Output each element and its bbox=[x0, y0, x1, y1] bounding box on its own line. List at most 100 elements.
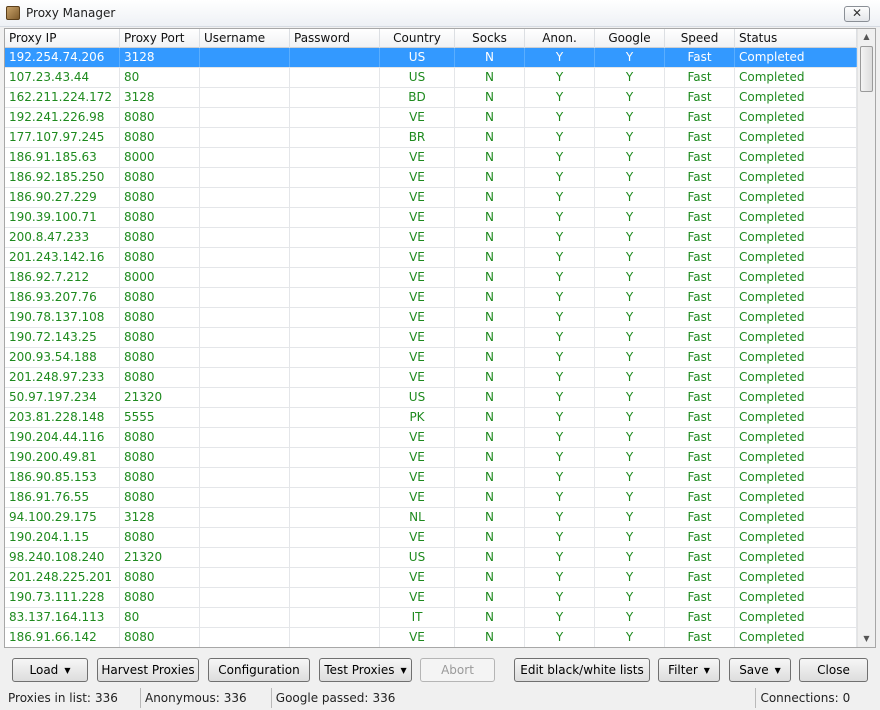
column-header[interactable]: Proxy Port bbox=[120, 29, 200, 48]
table-row[interactable]: 94.100.29.175 3128 NL N Y Y Fast Completed bbox=[5, 508, 857, 528]
table-row[interactable]: 186.91.185.63 8000 VE N Y Y Fast Completed bbox=[5, 148, 857, 168]
table-cell bbox=[290, 548, 380, 567]
table-row[interactable]: 186.92.7.212 8000 VE N Y Y Fast Completed bbox=[5, 268, 857, 288]
table-row[interactable]: 200.93.54.188 8080 VE N Y Y Fast Completed bbox=[5, 348, 857, 368]
table-cell: 107.23.43.44 bbox=[5, 68, 120, 87]
table-row[interactable]: 186.91.76.55 8080 VE N Y Y Fast Completed bbox=[5, 488, 857, 508]
table-row[interactable]: 192.254.74.206 3128 US N Y Y Fast Completed bbox=[5, 48, 857, 68]
table-cell: Completed bbox=[735, 48, 857, 67]
table-row[interactable]: 186.92.185.250 8080 VE N Y Y Fast Completed bbox=[5, 168, 857, 188]
filter-label: Filter bbox=[668, 663, 698, 677]
table-cell: N bbox=[455, 268, 525, 287]
column-header[interactable]: Speed bbox=[665, 29, 735, 48]
table-row[interactable]: 190.204.1.15 8080 VE N Y Y Fast Completed bbox=[5, 528, 857, 548]
table-cell bbox=[290, 488, 380, 507]
table-cell bbox=[200, 188, 290, 207]
table-row[interactable]: 190.72.143.25 8080 VE N Y Y Fast Completed bbox=[5, 328, 857, 348]
table-cell: Y bbox=[595, 88, 665, 107]
table-row[interactable]: 177.107.97.245 8080 BR N Y Y Fast Completed bbox=[5, 128, 857, 148]
abort-label: Abort bbox=[441, 663, 474, 677]
table-cell: Y bbox=[525, 368, 595, 387]
table-row[interactable]: 190.73.111.228 8080 VE N Y Y Fast Completed bbox=[5, 588, 857, 608]
edit-lists-label: Edit black/white lists bbox=[520, 663, 644, 677]
table-cell: Fast bbox=[665, 628, 735, 647]
abort-button[interactable]: Abort bbox=[420, 658, 495, 682]
column-header[interactable]: Google bbox=[595, 29, 665, 48]
table-row[interactable]: 186.90.27.229 8080 VE N Y Y Fast Completed bbox=[5, 188, 857, 208]
close-button[interactable]: Close bbox=[799, 658, 868, 682]
table-cell: 80 bbox=[120, 68, 200, 87]
load-button[interactable]: Load ▼ bbox=[12, 658, 88, 682]
window-close-button[interactable]: ✕ bbox=[844, 6, 870, 22]
table-row[interactable]: 186.90.85.153 8080 VE N Y Y Fast Completed bbox=[5, 468, 857, 488]
table-cell: Completed bbox=[735, 148, 857, 167]
table-cell: Y bbox=[595, 468, 665, 487]
table-row[interactable]: 50.97.197.234 21320 US N Y Y Fast Completed bbox=[5, 388, 857, 408]
table-row[interactable]: 190.204.44.116 8080 VE N Y Y Fast Completed bbox=[5, 428, 857, 448]
column-header[interactable]: Status bbox=[735, 29, 857, 48]
scroll-thumb[interactable] bbox=[860, 46, 873, 92]
column-header[interactable]: Country bbox=[380, 29, 455, 48]
column-header[interactable]: Proxy IP bbox=[5, 29, 120, 48]
column-header[interactable]: Socks bbox=[455, 29, 525, 48]
table-cell: Y bbox=[595, 168, 665, 187]
configuration-button[interactable]: Configuration bbox=[208, 658, 310, 682]
table-cell: Y bbox=[525, 188, 595, 207]
table-cell: N bbox=[455, 608, 525, 627]
column-header[interactable]: Anon. bbox=[525, 29, 595, 48]
table-row[interactable]: 162.211.224.172 3128 BD N Y Y Fast Completed bbox=[5, 88, 857, 108]
table-cell: Y bbox=[595, 628, 665, 647]
connections-label: Connections: bbox=[760, 691, 839, 705]
table-cell: VE bbox=[380, 448, 455, 467]
table-cell: Fast bbox=[665, 388, 735, 407]
column-header[interactable]: Username bbox=[200, 29, 290, 48]
table-cell: 186.92.7.212 bbox=[5, 268, 120, 287]
table-cell: Y bbox=[595, 228, 665, 247]
table-row[interactable]: 190.39.100.71 8080 VE N Y Y Fast Completed bbox=[5, 208, 857, 228]
table-row[interactable]: 201.248.225.201 8080 VE N Y Y Fast Completed bbox=[5, 568, 857, 588]
table-row[interactable]: 186.91.66.142 8080 VE N Y Y Fast Completed bbox=[5, 628, 857, 647]
table-cell bbox=[290, 308, 380, 327]
column-header[interactable]: Password bbox=[290, 29, 380, 48]
chevron-down-icon: ▼ bbox=[774, 665, 781, 675]
load-button-label: Load bbox=[29, 663, 59, 677]
filter-button[interactable]: Filter ▼ bbox=[658, 658, 720, 682]
table-row[interactable]: 107.23.43.44 80 US N Y Y Fast Completed bbox=[5, 68, 857, 88]
table-body[interactable]: 192.254.74.206 3128 US N Y Y Fast Completed 107.… bbox=[5, 48, 857, 647]
table-row[interactable]: 203.81.228.148 5555 PK N Y Y Fast Completed bbox=[5, 408, 857, 428]
table-cell: N bbox=[455, 308, 525, 327]
table-row[interactable]: 98.240.108.240 21320 US N Y Y Fast Completed bbox=[5, 548, 857, 568]
table-row[interactable]: 83.137.164.113 80 IT N Y Y Fast Completed bbox=[5, 608, 857, 628]
table-cell: Y bbox=[525, 68, 595, 87]
scroll-up-arrow-icon[interactable]: ▲ bbox=[858, 29, 875, 45]
test-proxies-button[interactable]: Test Proxies ▼ bbox=[319, 658, 412, 682]
table-cell: N bbox=[455, 168, 525, 187]
table-row[interactable]: 192.241.226.98 8080 VE N Y Y Fast Completed bbox=[5, 108, 857, 128]
proxy-table[interactable]: Proxy IP Proxy Port Username Password Countr… bbox=[4, 28, 876, 648]
table-cell: Completed bbox=[735, 608, 857, 627]
table-cell bbox=[290, 148, 380, 167]
table-cell: 8080 bbox=[120, 488, 200, 507]
table-cell: Fast bbox=[665, 548, 735, 567]
table-cell: Y bbox=[525, 448, 595, 467]
table-cell: N bbox=[455, 348, 525, 367]
table-cell: Completed bbox=[735, 328, 857, 347]
table-row[interactable]: 186.93.207.76 8080 VE N Y Y Fast Completed bbox=[5, 288, 857, 308]
table-row[interactable]: 190.78.137.108 8080 VE N Y Y Fast Completed bbox=[5, 308, 857, 328]
table-cell bbox=[290, 188, 380, 207]
table-cell: N bbox=[455, 208, 525, 227]
table-row[interactable]: 190.200.49.81 8080 VE N Y Y Fast Completed bbox=[5, 448, 857, 468]
table-row[interactable]: 201.248.97.233 8080 VE N Y Y Fast Completed bbox=[5, 368, 857, 388]
table-cell: 21320 bbox=[120, 388, 200, 407]
scroll-down-arrow-icon[interactable]: ▼ bbox=[858, 631, 875, 647]
table-cell: Completed bbox=[735, 508, 857, 527]
save-button[interactable]: Save ▼ bbox=[729, 658, 791, 682]
table-row[interactable]: 201.243.142.16 8080 VE N Y Y Fast Completed bbox=[5, 248, 857, 268]
table-cell bbox=[290, 88, 380, 107]
vertical-scrollbar[interactable]: ▲ ▼ bbox=[857, 29, 875, 647]
table-row[interactable]: 200.8.47.233 8080 VE N Y Y Fast Completed bbox=[5, 228, 857, 248]
harvest-proxies-button[interactable]: Harvest Proxies bbox=[97, 658, 199, 682]
table-cell: Y bbox=[525, 88, 595, 107]
edit-lists-button[interactable]: Edit black/white lists bbox=[514, 658, 650, 682]
table-cell: Y bbox=[595, 288, 665, 307]
